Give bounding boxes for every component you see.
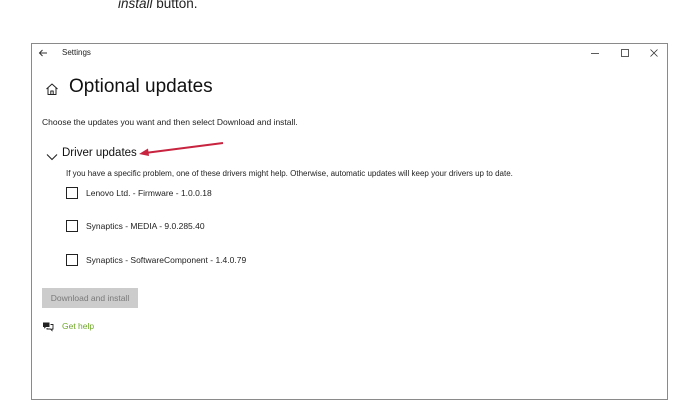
driver-checkbox[interactable]: [66, 254, 78, 266]
driver-checkbox[interactable]: [66, 187, 78, 199]
caption-suffix: button.: [152, 0, 198, 11]
minimize-icon[interactable]: [590, 48, 600, 58]
driver-updates-description: If you have a specific problem, one of t…: [66, 169, 513, 178]
driver-checkbox[interactable]: [66, 220, 78, 232]
driver-updates-heading[interactable]: Driver updates: [62, 147, 137, 159]
caption-text: install button.: [118, 0, 198, 11]
window-title: Settings: [62, 48, 91, 57]
caption-emphasis: install: [118, 0, 153, 11]
driver-label[interactable]: Synaptics - SoftwareComponent - 1.4.0.79: [86, 255, 246, 265]
chevron-down-icon[interactable]: [46, 153, 58, 161]
close-icon[interactable]: [649, 48, 659, 58]
driver-label[interactable]: Synaptics - MEDIA - 9.0.285.40: [86, 221, 205, 231]
title-bar: Settings: [32, 44, 667, 62]
page: install button. Settings Optional update…: [0, 0, 700, 400]
get-help-link[interactable]: Get help: [62, 321, 94, 331]
annotation-arrow-icon: [139, 142, 224, 156]
driver-label[interactable]: Lenovo Ltd. - Firmware - 1.0.0.18: [86, 188, 212, 198]
page-title: Optional updates: [69, 76, 213, 97]
home-icon[interactable]: [45, 82, 59, 96]
download-and-install-button[interactable]: Download and install: [42, 288, 138, 308]
help-chat-icon: [43, 322, 54, 332]
instructions-text: Choose the updates you want and then sel…: [42, 117, 298, 127]
back-arrow-icon[interactable]: [38, 48, 48, 58]
settings-window: Settings Optional updates Choose the upd…: [31, 43, 668, 400]
maximize-icon[interactable]: [620, 48, 630, 58]
